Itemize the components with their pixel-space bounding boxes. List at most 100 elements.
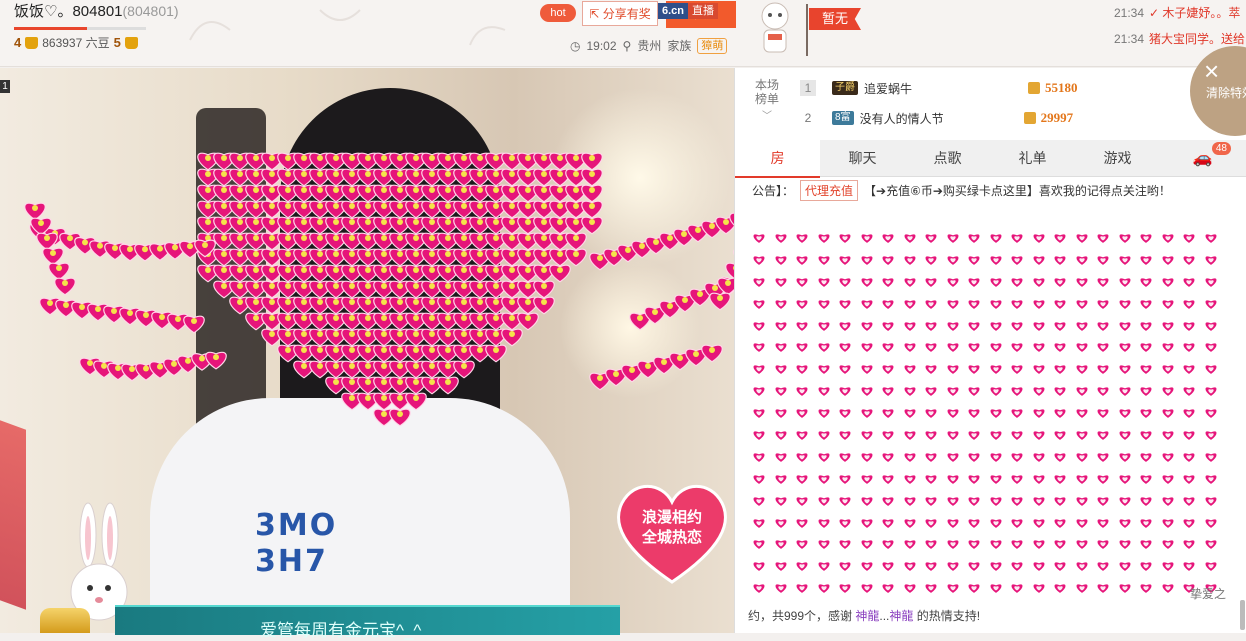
- ranking-label[interactable]: 本场榜单: [752, 78, 782, 106]
- heart-sparkle-icon: [413, 219, 419, 225]
- heart-sparkle-icon: [413, 347, 419, 353]
- heart-gift-icon: [986, 556, 1008, 578]
- chat-scrollbar[interactable]: [1240, 600, 1245, 630]
- heart-sparkle-icon: [143, 312, 149, 318]
- heart-sparkle-icon: [397, 315, 403, 321]
- time-text: 19:02: [586, 39, 616, 53]
- ranking-row[interactable]: 1 子爵 追爱蜗牛 55180: [790, 77, 1150, 99]
- heart-sparkle-icon: [205, 203, 211, 209]
- heart-gift-icon: [814, 534, 836, 556]
- heart-sparkle-icon: [381, 411, 387, 417]
- heart-sparkle-icon: [493, 171, 499, 177]
- heart-sparkle-icon: [301, 347, 307, 353]
- heart-gift-icon: [1050, 337, 1072, 359]
- room-meta: ◷ 19:02 ⚲ 贵州 家族 獐萌: [570, 37, 727, 54]
- heart-sparkle-icon: [237, 219, 243, 225]
- heart-sparkle-icon: [381, 283, 387, 289]
- tab-song[interactable]: 点歌: [905, 140, 990, 176]
- heart-gift-icon: [921, 425, 943, 447]
- heart-sparkle-icon: [477, 315, 483, 321]
- family-badge[interactable]: 獐萌: [697, 38, 727, 54]
- heart-sparkle-icon: [112, 245, 118, 251]
- heart-gift-icon: [792, 556, 814, 578]
- heart-sparkle-icon: [333, 363, 339, 369]
- heart-gift-icon: [792, 513, 814, 535]
- heart-sparkle-icon: [493, 331, 499, 337]
- agent-recharge-button[interactable]: 代理充值: [800, 180, 858, 201]
- heart-gift-icon: [943, 250, 965, 272]
- heart-sparkle-icon: [445, 235, 451, 241]
- sender-name[interactable]: 神龍: [889, 609, 913, 623]
- heart-gift-icon: [1136, 228, 1158, 250]
- heart-gift-icon: [792, 316, 814, 338]
- heart-sparkle-icon: [253, 267, 259, 273]
- heart-sparkle-icon: [333, 187, 339, 193]
- heart-gift-icon: [964, 491, 986, 513]
- heart-gift-icon: [1050, 359, 1072, 381]
- heart-gift-icon: [1072, 534, 1094, 556]
- heart-sparkle-icon: [429, 155, 435, 161]
- heart-gift-icon: [771, 469, 793, 491]
- share-button[interactable]: ⇱ 分享有奖: [582, 1, 658, 26]
- heart-sparkle-icon: [557, 171, 563, 177]
- heart-sparkle-icon: [477, 219, 483, 225]
- share-icon: ⇱: [589, 7, 599, 21]
- heart-gift-icon: [943, 337, 965, 359]
- location-icon: ⚲: [623, 39, 632, 53]
- ticker-user[interactable]: 猪大宝同学。送给: [1149, 32, 1245, 46]
- heart-gift-icon: [964, 359, 986, 381]
- heart-gift-icon: [1007, 228, 1029, 250]
- chevron-down-icon[interactable]: ﹀: [762, 107, 772, 122]
- heart-sparkle-icon: [557, 203, 563, 209]
- heart-gift-icon: [900, 228, 922, 250]
- sender-name[interactable]: 神龍: [855, 609, 879, 623]
- heart-gift-icon: [857, 469, 879, 491]
- tab-room[interactable]: 房: [735, 140, 820, 178]
- ranking-row[interactable]: 2 8富 没有人的情人节 29997: [790, 107, 1150, 129]
- heart-gift-icon: [1007, 513, 1029, 535]
- heart-sparkle-icon: [661, 359, 667, 365]
- heart-sparkle-icon: [317, 299, 323, 305]
- heart-gift-icon: [1115, 513, 1137, 535]
- heart-gift-icon: [771, 337, 793, 359]
- heart-gift-icon: [1093, 491, 1115, 513]
- heart-sparkle-icon: [253, 203, 259, 209]
- heart-gift-icon: [1050, 272, 1072, 294]
- heart-sparkle-icon: [541, 283, 547, 289]
- heart-gift-icon: [1158, 425, 1180, 447]
- promo-heart-badge[interactable]: [612, 478, 732, 588]
- crown-icon: [25, 37, 38, 49]
- heart-gift-icon: [792, 403, 814, 425]
- heart-sparkle-icon: [429, 171, 435, 177]
- heart-gift-icon: [749, 272, 771, 294]
- heart-gift-icon: [878, 359, 900, 381]
- heart-gift-icon: [1136, 294, 1158, 316]
- heart-gift-icon: [1050, 316, 1072, 338]
- heart-gift-icon: [943, 513, 965, 535]
- heart-sparkle-icon: [349, 315, 355, 321]
- heart-sparkle-icon: [541, 187, 547, 193]
- heart-gift-icon: [792, 381, 814, 403]
- heart-sparkle-icon: [269, 267, 275, 273]
- hot-badge[interactable]: hot: [540, 4, 576, 22]
- tab-gift-list[interactable]: 礼单: [990, 140, 1075, 176]
- tab-car[interactable]: 🚗 48: [1160, 140, 1245, 176]
- heart-sparkle-icon: [525, 155, 531, 161]
- heart-sparkle-icon: [269, 283, 275, 289]
- heart-sparkle-icon: [461, 363, 467, 369]
- heart-sparkle-icon: [477, 155, 483, 161]
- heart-gift-icon: [1179, 425, 1201, 447]
- heart-gift-icon: [1201, 534, 1223, 556]
- ticker-user[interactable]: ✓ 木子婕妤。。萃: [1149, 6, 1240, 20]
- heart-gift-icon: [1179, 294, 1201, 316]
- heart-sparkle-icon: [47, 300, 53, 306]
- heart-sparkle-icon: [285, 219, 291, 225]
- heart-sparkle-icon: [541, 299, 547, 305]
- heart-gift-icon: [1158, 469, 1180, 491]
- family-label: 家族: [667, 37, 691, 54]
- heart-gift-icon: [878, 250, 900, 272]
- heart-sparkle-icon: [509, 219, 515, 225]
- tab-chat[interactable]: 聊天: [820, 140, 905, 176]
- heart-gift-icon: [749, 513, 771, 535]
- tab-games[interactable]: 游戏: [1075, 140, 1160, 176]
